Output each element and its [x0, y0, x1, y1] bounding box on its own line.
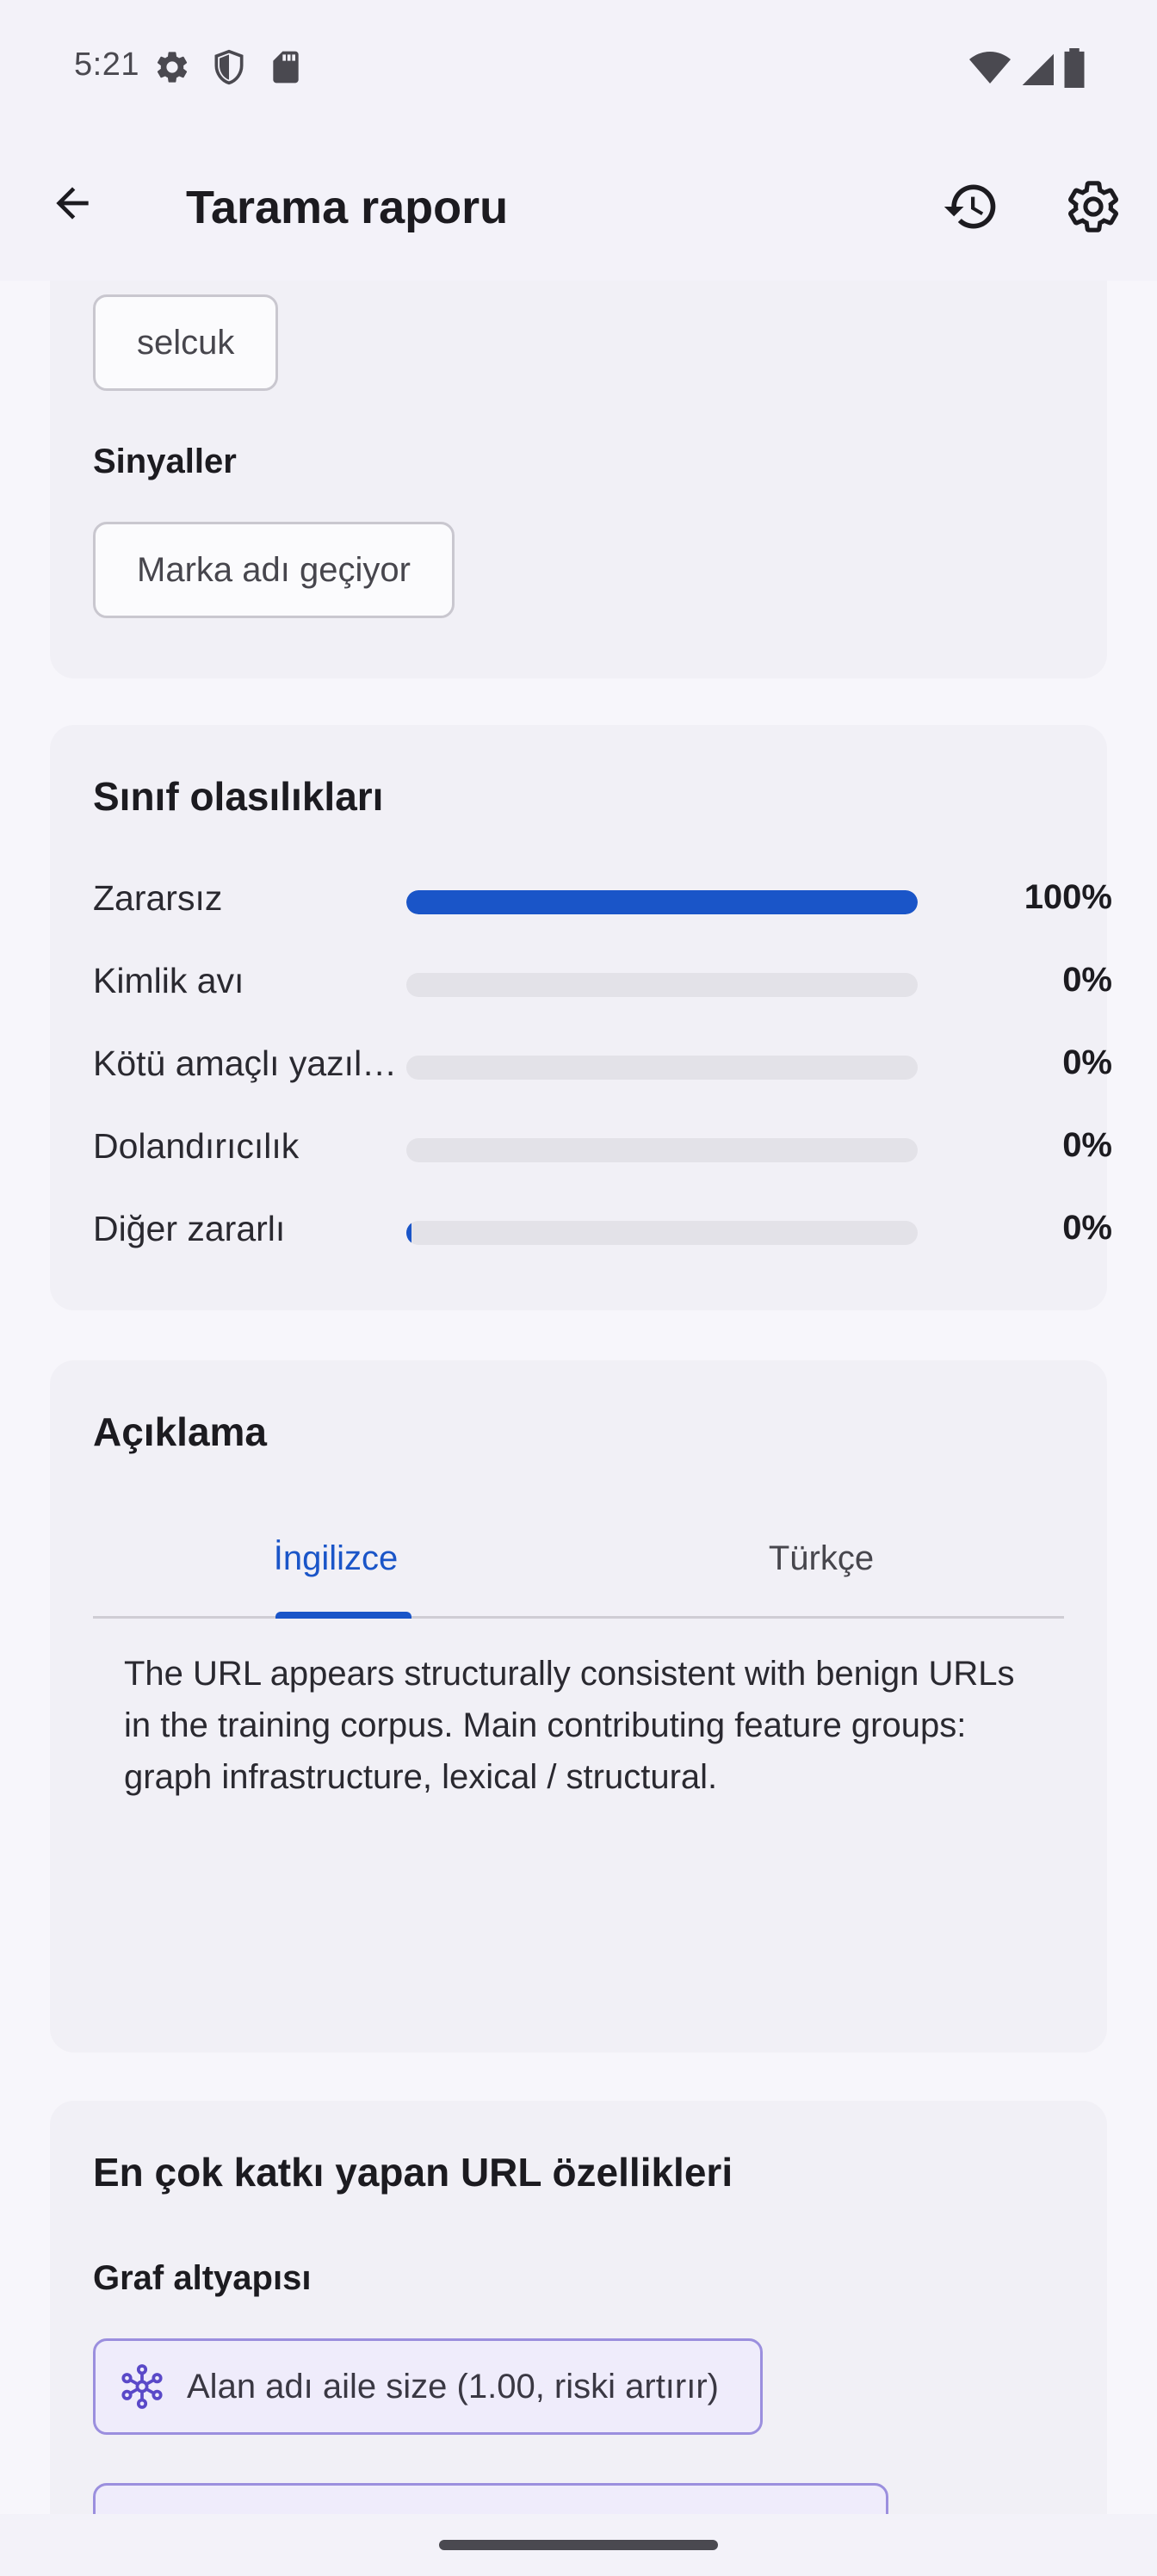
language-tabs: İngilizce Türkçe	[93, 1498, 1064, 1619]
tab-turkish[interactable]: Türkçe	[578, 1498, 1064, 1619]
feature-group-label: Graf altyapısı	[93, 2259, 312, 2297]
prob-bar-fill	[406, 1221, 411, 1245]
graph-network-icon	[116, 2361, 168, 2412]
feature-chip-label: Alan adı aile size (1.00, riski artırır)	[187, 2367, 719, 2406]
status-icons-right	[969, 48, 1086, 92]
prob-row: Kötü amaçlı yazıl… 0%	[93, 1038, 1112, 1090]
features-title: En çok katkı yapan URL özellikleri	[93, 2150, 733, 2195]
report-scroll-area[interactable]: selcuk Sinyaller Marka adı geçiyor Sınıf…	[0, 281, 1157, 2514]
prob-label: Kötü amaçlı yazıl…	[93, 1043, 398, 1083]
feature-chip[interactable]: Alan adı aile size (1.00, riski artırır)	[93, 2338, 763, 2435]
wifi-icon	[969, 49, 1011, 91]
prob-bar	[406, 973, 918, 997]
battery-icon	[1062, 48, 1086, 92]
gesture-handle[interactable]	[439, 2540, 718, 2550]
status-bar: 5:21	[0, 0, 1157, 138]
prob-label: Kimlik avı	[93, 961, 244, 1000]
prob-row: Dolandırıcılık 0%	[93, 1121, 1112, 1173]
prob-bar	[406, 1056, 918, 1080]
signal-chip[interactable]: Marka adı geçiyor	[93, 522, 455, 618]
prob-bar	[406, 890, 918, 914]
prob-label: Dolandırıcılık	[93, 1126, 300, 1166]
explanation-text: The URL appears structurally consistent …	[124, 1655, 1015, 1796]
gear-icon	[1068, 181, 1118, 232]
gear-icon	[153, 48, 191, 86]
prob-label: Diğer zararlı	[93, 1209, 286, 1248]
brand-chip[interactable]: selcuk	[93, 294, 279, 391]
settings-button[interactable]	[1061, 174, 1126, 239]
prob-row: Kimlik avı 0%	[93, 956, 1112, 1007]
prob-bar	[406, 1138, 918, 1162]
features-card: En çok katkı yapan URL özellikleri Graf …	[50, 2101, 1107, 2514]
back-button[interactable]	[41, 172, 103, 234]
prob-value: 0%	[1062, 1126, 1112, 1164]
prob-value: 100%	[1024, 878, 1112, 916]
history-icon	[944, 184, 996, 229]
signals-label: Sinyaller	[93, 443, 237, 480]
history-button[interactable]	[938, 174, 1004, 239]
arrow-back-icon	[56, 187, 89, 220]
prob-label: Zararsız	[93, 878, 223, 918]
probabilities-card: Sınıf olasılıkları Zararsız 100% Kimlik …	[50, 725, 1112, 1310]
prob-row: Diğer zararlı 0%	[93, 1204, 1112, 1255]
tab-indicator	[275, 1612, 411, 1619]
explanation-card: Açıklama İngilizce Türkçe The URL appear…	[50, 1360, 1107, 2053]
explanation-title: Açıklama	[93, 1409, 268, 1454]
status-icons-left	[153, 48, 305, 86]
prob-bar	[406, 1221, 918, 1245]
sd-card-icon	[267, 48, 305, 86]
status-time: 5:21	[74, 46, 139, 83]
probabilities-title: Sınıf olasılıkları	[93, 774, 384, 819]
cell-signal-icon	[1019, 49, 1054, 91]
feature-chip-partial[interactable]	[93, 2483, 888, 2514]
prob-value: 0%	[1062, 1043, 1112, 1081]
prob-row: Zararsız 100%	[93, 873, 1112, 925]
page-title: Tarama raporu	[186, 182, 509, 233]
prob-value: 0%	[1062, 1209, 1112, 1247]
tab-english[interactable]: İngilizce	[93, 1498, 578, 1619]
brand-card: selcuk Sinyaller Marka adı geçiyor	[50, 281, 1107, 678]
prob-value: 0%	[1062, 961, 1112, 999]
prob-bar-fill	[406, 890, 918, 914]
shield-icon	[210, 48, 248, 86]
